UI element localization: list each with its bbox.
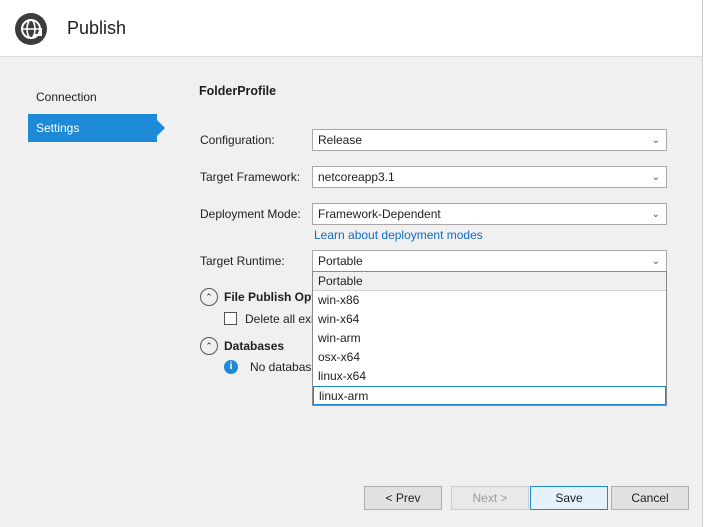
save-button[interactable]: Save — [530, 486, 608, 510]
runtime-option-win-x86[interactable]: win-x86 — [313, 291, 666, 310]
collapse-file-publish-icon[interactable]: ⌃ — [200, 288, 218, 306]
delete-existing-files-checkbox[interactable] — [224, 312, 237, 325]
next-button[interactable]: Next > — [451, 486, 529, 510]
framework-select[interactable]: netcoreapp3.1 ⌄ — [312, 166, 667, 188]
profile-name: FolderProfile — [199, 84, 277, 98]
databases-header: Databases — [224, 339, 285, 353]
globe-publish-icon — [15, 13, 47, 45]
configuration-label: Configuration: — [200, 133, 275, 147]
runtime-option-portable[interactable]: Portable — [313, 272, 666, 291]
deployment-select[interactable]: Framework-Dependent ⌄ — [312, 203, 667, 225]
chevron-down-icon: ⌄ — [651, 172, 660, 183]
deployment-label: Deployment Mode: — [200, 207, 301, 221]
sidebar-item-settings[interactable]: Settings — [28, 114, 165, 142]
runtime-option-win-arm[interactable]: win-arm — [313, 329, 666, 348]
page-title: Publish — [67, 18, 127, 38]
runtime-option-linux-x64[interactable]: linux-x64 — [313, 367, 666, 386]
no-databases-text: No databas — [250, 360, 312, 374]
sidebar-item-connection[interactable]: Connection — [28, 83, 158, 111]
prev-button[interactable]: < Prev — [364, 486, 442, 510]
runtime-value: Portable — [318, 254, 363, 268]
window-edge — [702, 0, 707, 527]
framework-label: Target Framework: — [200, 170, 301, 184]
runtime-label: Target Runtime: — [200, 254, 285, 268]
window-header: Publish — [0, 0, 702, 57]
chevron-down-icon: ⌄ — [651, 256, 660, 267]
runtime-dropdown-list: Portable win-x86 win-x64 win-arm osx-x64… — [312, 271, 667, 406]
cancel-button[interactable]: Cancel — [611, 486, 689, 510]
runtime-option-linux-arm[interactable]: linux-arm — [313, 386, 666, 405]
runtime-option-osx-x64[interactable]: osx-x64 — [313, 348, 666, 367]
deployment-value: Framework-Dependent — [318, 207, 441, 221]
configuration-select[interactable]: Release ⌄ — [312, 129, 667, 151]
configuration-value: Release — [318, 133, 363, 147]
info-icon: i — [224, 360, 238, 374]
runtime-option-win-x64[interactable]: win-x64 — [313, 310, 666, 329]
deployment-modes-link[interactable]: Learn about deployment modes — [314, 228, 483, 242]
file-publish-options-header: File Publish Opti — [224, 290, 319, 304]
collapse-databases-icon[interactable]: ⌃ — [200, 337, 218, 355]
chevron-down-icon: ⌄ — [651, 209, 660, 220]
runtime-select[interactable]: Portable ⌄ — [312, 250, 667, 272]
chevron-down-icon: ⌄ — [651, 135, 660, 146]
delete-existing-files-label: Delete all exis — [245, 312, 320, 326]
framework-value: netcoreapp3.1 — [318, 170, 395, 184]
